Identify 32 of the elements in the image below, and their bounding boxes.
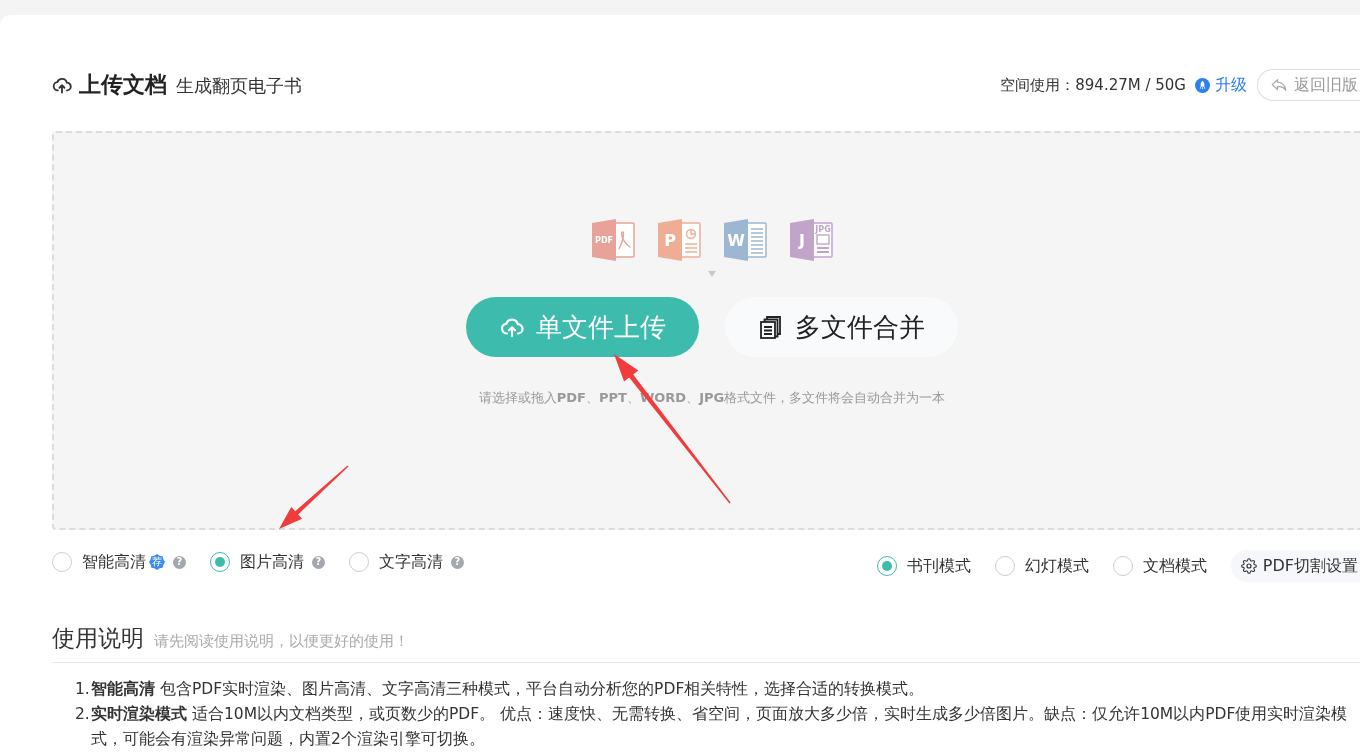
cloud-upload-icon	[52, 75, 72, 95]
section-subtitle: 请先阅读使用说明，以便更好的使用！	[154, 632, 409, 651]
pdf-split-settings-button[interactable]: PDF切割设置	[1230, 550, 1360, 582]
caret-icon	[708, 271, 716, 277]
option-label[interactable]: 书刊模式	[906, 555, 971, 577]
radio-button[interactable]	[52, 552, 72, 572]
storage-usage: 空间使用：894.27M / 50G	[1000, 75, 1186, 95]
option-label[interactable]: 幻灯模式	[1024, 555, 1089, 577]
option-label[interactable]: 智能高清	[82, 551, 146, 573]
page-subtitle: 生成翻页电子书	[176, 74, 302, 98]
annotation-arrow	[279, 465, 349, 529]
radio-button[interactable]	[994, 556, 1015, 576]
instruction-text: 智能高清 包含PDF实时渲染、图片高清、文字高清三种模式，平台自动分析您的PDF相关特性，选择合适的转换模式。	[91, 679, 925, 700]
list-number: 2.	[75, 704, 91, 725]
option-label[interactable]: 文档模式	[1142, 555, 1207, 577]
recommend-badge: 荐	[149, 554, 165, 570]
rocket-icon[interactable]	[1195, 77, 1210, 93]
merge-button[interactable]: 多文件合并	[725, 297, 958, 357]
settings-icon	[1240, 558, 1257, 574]
option-label[interactable]: 图片高清	[240, 551, 304, 573]
upgrade-link[interactable]: 升级	[1215, 74, 1247, 96]
section-title: 使用说明	[52, 624, 144, 653]
radio-button[interactable]	[210, 552, 230, 572]
radio-button[interactable]	[349, 552, 369, 572]
instruction-text: 实时渲染模式 适合10M以内文档类型，或页数少的PDF。 优点：速度快、无需转换、省空间，页面放大多少倍，实时生成多少倍图片。缺点：仅允许10M以内PDF使用实时渲染模式，可能会有渲染异常问题，内置2个渲染引擎可切换。	[91, 704, 1348, 750]
option-label[interactable]: 文字高清	[379, 551, 443, 573]
back-arrow-icon	[1270, 76, 1288, 94]
radio-button[interactable]	[876, 556, 897, 576]
list-number: 1.	[75, 679, 91, 700]
page-title: 上传文档	[79, 71, 167, 99]
documents-icon	[758, 315, 783, 339]
radio-button[interactable]	[1112, 556, 1133, 576]
